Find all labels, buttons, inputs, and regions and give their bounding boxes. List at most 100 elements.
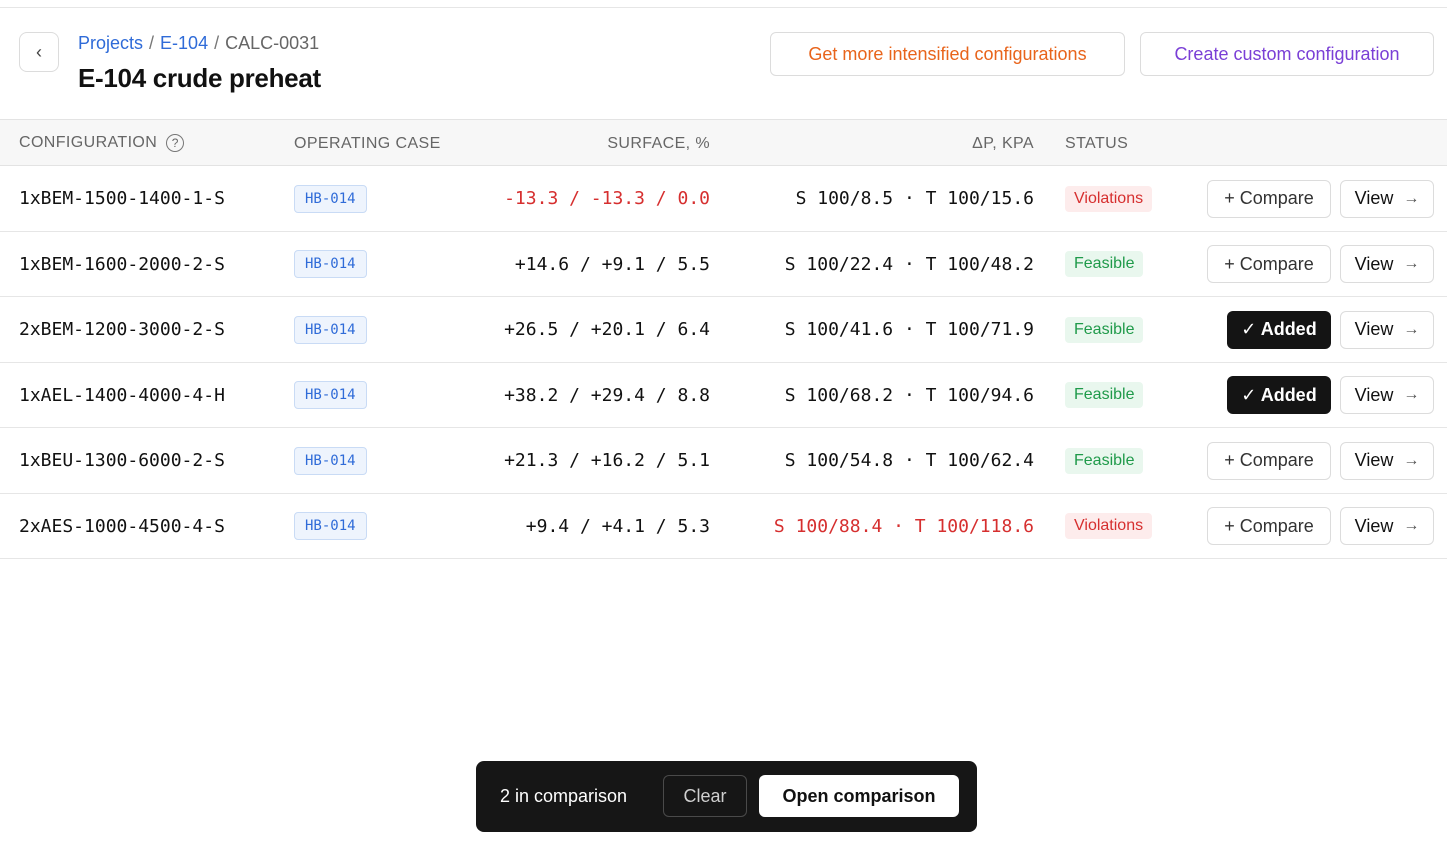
pressure-drop-values: S 100/22.4 · T 100/48.2 <box>784 253 1034 275</box>
operating-case-cell: HB-014 <box>294 494 367 559</box>
status-badge: Violations <box>1065 513 1153 539</box>
surface-values: -13.3 / -13.3 / 0.0 <box>504 188 710 209</box>
row-actions: + Compare View → <box>1207 428 1434 493</box>
status-cell: Feasible <box>1065 232 1144 297</box>
clear-comparison-button[interactable]: Clear <box>663 775 747 817</box>
comparison-bar: 2 in comparison Clear Open comparison <box>476 761 977 832</box>
operating-case-badge[interactable]: HB-014 <box>294 446 367 475</box>
view-button[interactable]: View → <box>1340 507 1434 545</box>
view-button-label: View <box>1354 384 1394 405</box>
arrow-right-icon: → <box>1403 189 1420 207</box>
configuration-name: 1xBEM-1500-1400-1-S <box>19 188 225 209</box>
configuration-name: 2xAES-1000-4500-4-S <box>19 515 225 537</box>
table-row: 1xAEL-1400-4000-4-H HB-014 +38.2 / +29.4… <box>0 363 1447 428</box>
column-header-status: STATUS <box>1065 135 1129 152</box>
surface-values: +26.5 / +20.1 / 6.4 <box>504 319 710 340</box>
status-cell: Violations <box>1065 494 1153 559</box>
back-button[interactable]: ‹ <box>19 32 59 72</box>
comparison-count: 2 in comparison <box>500 786 628 806</box>
operating-case-cell: HB-014 <box>294 297 367 362</box>
added-to-comparison-button[interactable]: ✓ Added <box>1227 376 1331 414</box>
arrow-right-icon: → <box>1403 386 1420 403</box>
view-button-label: View <box>1354 253 1394 274</box>
arrow-right-icon: → <box>1403 451 1420 469</box>
row-actions: ✓ Added View → <box>1207 363 1434 428</box>
add-to-compare-button[interactable]: + Compare <box>1207 179 1331 218</box>
table-header: CONFIGURATION ? OPERATING CASE SURFACE, … <box>0 119 1447 166</box>
row-actions: + Compare View → <box>1207 166 1434 231</box>
row-actions: + Compare View → <box>1207 232 1434 297</box>
table-row: 1xBEM-1500-1400-1-S HB-014 -13.3 / -13.3… <box>0 166 1447 232</box>
operating-case-badge[interactable]: HB-014 <box>294 315 367 344</box>
question-circle-icon[interactable]: ? <box>166 133 185 152</box>
status-cell: Feasible <box>1065 363 1144 428</box>
open-comparison-button[interactable]: Open comparison <box>759 775 959 817</box>
operating-case-cell: HB-014 <box>294 428 367 493</box>
view-button-label: View <box>1354 319 1394 339</box>
surface-values: +21.3 / +16.2 / 5.1 <box>504 450 710 471</box>
view-button[interactable]: View → <box>1340 179 1434 218</box>
pressure-drop-values: S 100/8.5 · T 100/15.6 <box>795 188 1034 209</box>
column-header-configuration-label: CONFIGURATION <box>19 134 158 151</box>
table-row: 1xBEM-1600-2000-2-S HB-014 +14.6 / +9.1 … <box>0 232 1447 297</box>
view-button-label: View <box>1354 450 1394 470</box>
add-to-compare-button[interactable]: + Compare <box>1207 507 1331 545</box>
create-custom-configuration-button[interactable]: Create custom configuration <box>1140 32 1434 76</box>
view-button[interactable]: View → <box>1340 441 1434 480</box>
surface-values: +9.4 / +4.1 / 5.3 <box>525 515 710 537</box>
status-cell: Feasible <box>1065 297 1144 362</box>
breadcrumb-separator: / <box>149 33 155 53</box>
operating-case-badge[interactable]: HB-014 <box>294 184 367 213</box>
page-header: ‹ Projects / E-104/CALC-0031 E-104 crude p… <box>0 8 1447 119</box>
status-badge: Feasible <box>1065 447 1144 474</box>
page-title: E-104 crude preheat <box>78 63 321 93</box>
pressure-drop-values: S 100/88.4 · T 100/118.6 <box>773 515 1034 537</box>
add-to-compare-button[interactable]: + Compare <box>1207 245 1331 283</box>
pressure-drop-values: S 100/41.6 · T 100/71.9 <box>784 319 1034 340</box>
view-button-label: View <box>1354 188 1394 208</box>
get-intensified-configurations-button[interactable]: Get more intensified configurations <box>770 32 1125 76</box>
configuration-table-body: 1xBEM-1500-1400-1-S HB-014 -13.3 / -13.3… <box>0 166 1447 559</box>
pressure-drop-values: S 100/54.8 · T 100/62.4 <box>784 450 1034 471</box>
surface-values: +14.6 / +9.1 / 5.5 <box>514 253 710 275</box>
table-row: 2xBEM-1200-3000-2-S HB-014 +26.5 / +20.1… <box>0 297 1447 363</box>
breadcrumb-exchanger-link[interactable]: E-104 <box>160 33 208 53</box>
status-badge: Feasible <box>1065 316 1144 343</box>
row-actions: ✓ Added View → <box>1207 297 1434 362</box>
status-badge: Feasible <box>1065 382 1144 408</box>
table-row: 1xBEU-1300-6000-2-S HB-014 +21.3 / +16.2… <box>0 428 1447 494</box>
breadcrumb-current: CALC-0031 <box>225 33 320 53</box>
column-header-pressure-drop: ΔP, KPA <box>972 135 1034 152</box>
configuration-name: 1xBEM-1600-2000-2-S <box>19 253 225 275</box>
status-badge: Feasible <box>1065 251 1144 277</box>
operating-case-cell: HB-014 <box>294 363 367 428</box>
status-cell: Feasible <box>1065 428 1144 493</box>
view-button[interactable]: View → <box>1340 376 1434 414</box>
breadcrumb-separator: / <box>214 33 220 53</box>
breadcrumb-projects-link[interactable]: Projects <box>78 33 143 53</box>
added-to-comparison-button[interactable]: ✓ Added <box>1227 310 1331 349</box>
status-badge: Violations <box>1065 185 1153 212</box>
column-header-operating-case: OPERATING CASE <box>294 135 441 152</box>
breadcrumb: Projects / E-104/CALC-0031 <box>78 33 319 54</box>
view-button[interactable]: View → <box>1340 310 1434 349</box>
arrow-right-icon: → <box>1403 255 1420 272</box>
operating-case-cell: HB-014 <box>294 166 367 231</box>
operating-case-badge[interactable]: HB-014 <box>294 250 367 278</box>
arrow-right-icon: → <box>1403 517 1420 534</box>
view-button-label: View <box>1354 515 1394 536</box>
configuration-name: 1xAEL-1400-4000-4-H <box>19 384 225 406</box>
arrow-right-icon: → <box>1403 320 1420 338</box>
view-button[interactable]: View → <box>1340 245 1434 283</box>
configuration-name: 2xBEM-1200-3000-2-S <box>19 319 225 340</box>
row-actions: + Compare View → <box>1207 494 1434 559</box>
surface-values: +38.2 / +29.4 / 8.8 <box>504 384 710 406</box>
status-cell: Violations <box>1065 166 1153 231</box>
operating-case-badge[interactable]: HB-014 <box>294 381 367 409</box>
chevron-left-icon: ‹ <box>36 41 42 62</box>
table-row: 2xAES-1000-4500-4-S HB-014 +9.4 / +4.1 /… <box>0 494 1447 559</box>
add-to-compare-button[interactable]: + Compare <box>1207 441 1331 480</box>
operating-case-badge[interactable]: HB-014 <box>294 512 367 540</box>
column-header-surface: SURFACE, % <box>607 135 710 152</box>
operating-case-cell: HB-014 <box>294 232 367 297</box>
